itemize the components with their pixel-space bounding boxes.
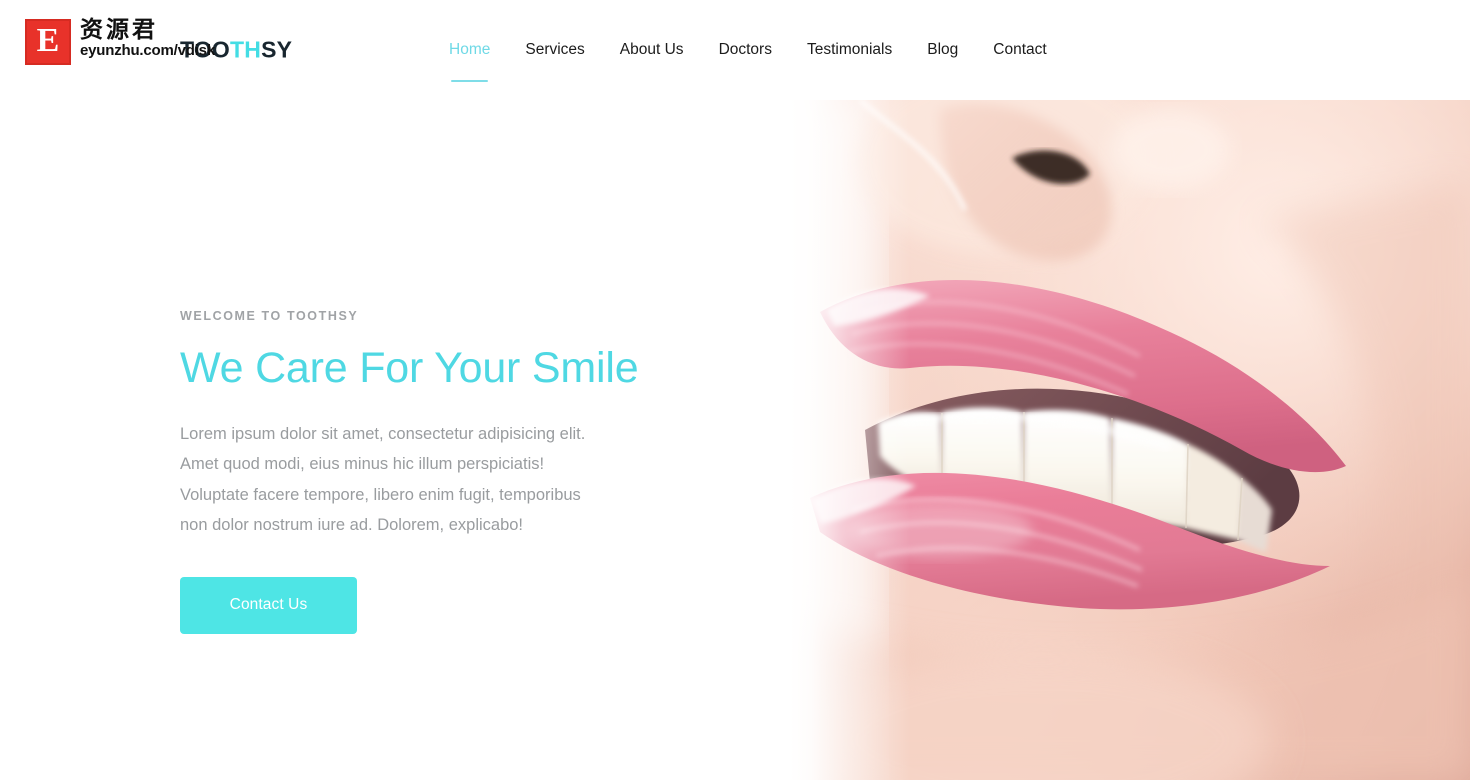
- landing-page: TOOTHSY Home Services About Us Doctors T…: [0, 0, 1470, 780]
- hero-image: [790, 100, 1470, 780]
- nav-item-home[interactable]: Home: [449, 42, 490, 81]
- nav-item-testimonials[interactable]: Testimonials: [807, 42, 892, 58]
- contact-us-button[interactable]: Contact Us: [180, 576, 357, 634]
- site-logo[interactable]: TOOTHSY: [180, 36, 293, 63]
- smile-photo-illustration: [790, 100, 1470, 780]
- hero-content: WELCOME TO TOOTHSY We Care For Your Smil…: [180, 310, 780, 634]
- logo-text-dark: SY: [261, 36, 293, 63]
- nav-item-contact[interactable]: Contact: [993, 42, 1046, 58]
- site-header: TOOTHSY Home Services About Us Doctors T…: [0, 0, 1470, 100]
- nav-item-about-us[interactable]: About Us: [620, 42, 684, 58]
- hero-heading: We Care For Your Smile: [180, 343, 639, 392]
- logo-text-prefix: TOO: [180, 36, 231, 63]
- nav-item-doctors[interactable]: Doctors: [719, 42, 772, 58]
- hero-eyebrow: WELCOME TO TOOTHSY: [180, 309, 359, 323]
- hero-section: WELCOME TO TOOTHSY We Care For Your Smil…: [0, 100, 1470, 780]
- hero-paragraph: Lorem ipsum dolor sit amet, consectetur …: [180, 424, 586, 535]
- nav-item-blog[interactable]: Blog: [927, 42, 958, 58]
- logo-text-cyan: TH: [230, 36, 262, 63]
- main-navigation: Home Services About Us Doctors Testimoni…: [449, 0, 1047, 100]
- nav-item-services[interactable]: Services: [525, 42, 584, 58]
